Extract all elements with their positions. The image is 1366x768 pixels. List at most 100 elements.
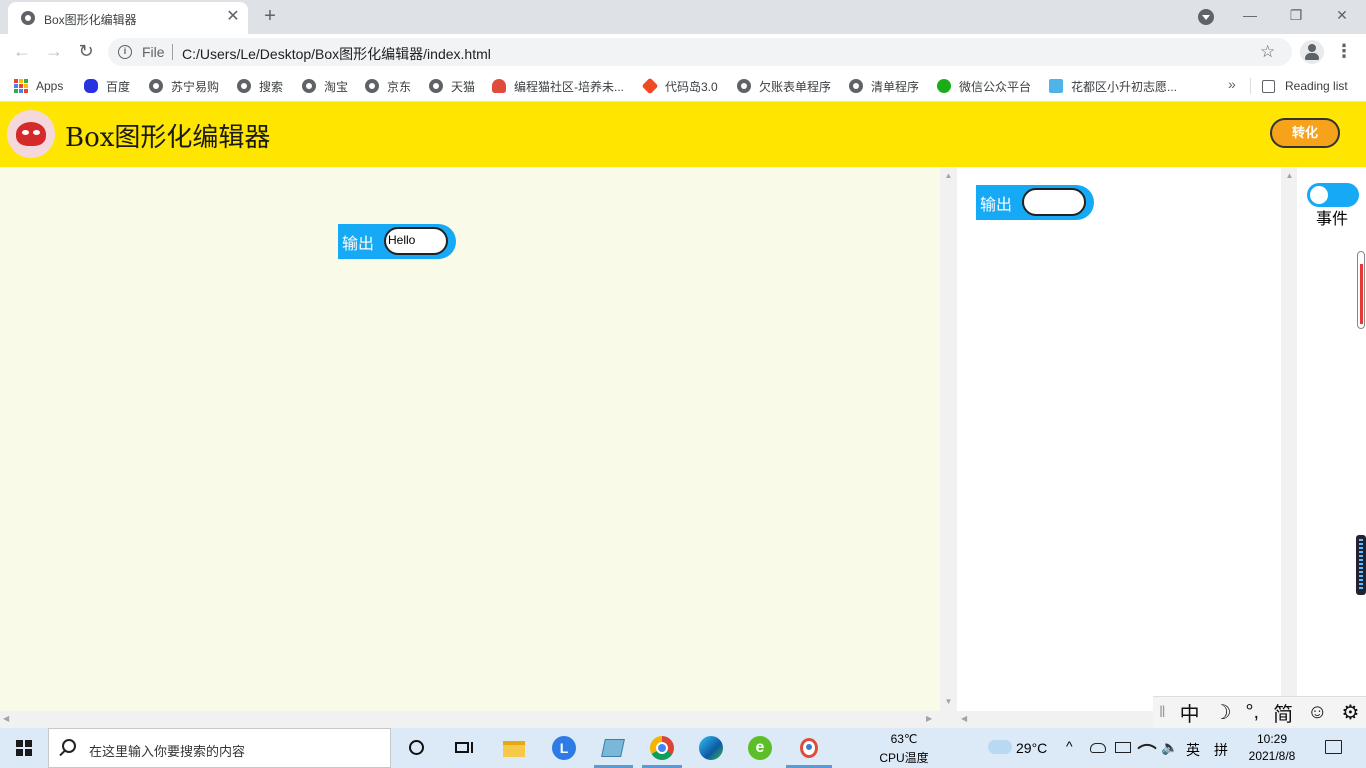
close-window-button[interactable]: ✕ bbox=[1324, 4, 1360, 28]
weather-cloud-icon[interactable] bbox=[988, 740, 1012, 754]
chrome-icon[interactable] bbox=[650, 736, 674, 760]
forward-button[interactable]: → bbox=[42, 40, 66, 64]
windows-taskbar: 在这里输入你要搜索的内容 L e 63℃ CPU温度 29°C ^ 🔈 英 拼 … bbox=[0, 728, 1366, 768]
wifi-icon[interactable] bbox=[1137, 738, 1157, 758]
bookmark-taobao[interactable]: 淘宝 bbox=[302, 77, 348, 95]
bookmark-jd[interactable]: 京东 bbox=[365, 77, 411, 95]
address-bar[interactable]: i File C:/Users/Le/Desktop/Box图形化编辑器/ind… bbox=[108, 38, 1292, 66]
bookmark-label: 百度 bbox=[106, 79, 131, 94]
output-block[interactable]: 输出 Hello bbox=[338, 224, 456, 259]
bookmark-label: 微信公众平台 bbox=[959, 79, 1032, 94]
taskbar-search-input[interactable]: 在这里输入你要搜索的内容 bbox=[48, 728, 391, 768]
bookmark-checklist[interactable]: 清单程序 bbox=[849, 77, 919, 95]
cortana-icon[interactable] bbox=[405, 736, 429, 760]
edge-icon[interactable] bbox=[699, 736, 723, 760]
output-value-input[interactable]: Hello bbox=[384, 227, 448, 255]
bookmark-label: 代码岛3.0 bbox=[665, 79, 718, 94]
ime-toolbar: ‖ 中 ☽ °, 简 ☺ ⚙ bbox=[1153, 696, 1366, 728]
moon-icon[interactable]: ☽ bbox=[1214, 700, 1232, 725]
restore-button[interactable]: ❐ bbox=[1278, 4, 1314, 28]
output-value-input[interactable] bbox=[1022, 188, 1086, 216]
bookmark-star-icon[interactable]: ☆ bbox=[1260, 42, 1275, 62]
new-tab-button[interactable]: + bbox=[258, 5, 282, 29]
bookmark-wechat[interactable]: 微信公众平台 bbox=[937, 77, 1031, 95]
globe-icon bbox=[429, 79, 443, 93]
reload-button[interactable]: ↻ bbox=[74, 40, 98, 64]
convert-button[interactable]: 转化 bbox=[1270, 118, 1340, 148]
ime-grip[interactable]: ‖ bbox=[1159, 704, 1166, 722]
scroll-left-icon[interactable]: ◀ bbox=[3, 714, 9, 724]
browser-toolbar: ← → ↻ i File C:/Users/Le/Desktop/Box图形化编… bbox=[0, 34, 1366, 70]
emoji-icon[interactable]: ☺ bbox=[1307, 701, 1327, 724]
scroll-right-icon[interactable]: ▶ bbox=[926, 714, 932, 724]
ime-mode-indicator[interactable]: 拼 bbox=[1214, 740, 1228, 760]
browser-tab[interactable]: Box图形化编辑器 ✕ bbox=[8, 2, 248, 34]
bookmark-codeisland[interactable]: 代码岛3.0 bbox=[641, 77, 718, 95]
globe-icon bbox=[365, 79, 379, 93]
notification-icon[interactable] bbox=[1325, 740, 1342, 754]
browser-tab-strip: Box图形化编辑器 ✕ + — ❐ ✕ bbox=[0, 0, 1366, 34]
scroll-down-icon[interactable]: ▼ bbox=[940, 697, 957, 707]
bookmark-search[interactable]: 搜索 bbox=[237, 77, 283, 95]
url-text[interactable]: C:/Users/Le/Desktop/Box图形化编辑器/index.html bbox=[182, 44, 491, 64]
tab-close-icon[interactable]: ✕ bbox=[224, 8, 242, 26]
profile-avatar[interactable] bbox=[1300, 40, 1324, 64]
palette-output-block[interactable]: 输出 bbox=[976, 185, 1094, 220]
palette-horizontal-scrollbar[interactable]: ◀ bbox=[957, 711, 1153, 728]
bookmark-codemao[interactable]: 编程猫社区-培养未... bbox=[492, 77, 624, 95]
scroll-up-icon[interactable]: ▲ bbox=[940, 171, 957, 181]
bookmark-debt-form[interactable]: 欠账表单程序 bbox=[737, 77, 831, 95]
page-title: Box图形化编辑器 bbox=[65, 123, 271, 153]
minimize-button[interactable]: — bbox=[1232, 4, 1268, 28]
scroll-left-icon[interactable]: ◀ bbox=[961, 714, 967, 724]
search-icon bbox=[62, 739, 76, 753]
bookmark-label: 淘宝 bbox=[324, 79, 349, 94]
task-view-icon[interactable] bbox=[452, 736, 476, 760]
editor-canvas[interactable]: 输出 Hello bbox=[0, 167, 940, 712]
event-toggle[interactable] bbox=[1307, 183, 1359, 207]
canvas-vertical-scrollbar[interactable]: ▲ ▼ bbox=[940, 167, 957, 712]
floating-handle[interactable] bbox=[1357, 251, 1365, 329]
info-icon[interactable]: i bbox=[118, 45, 132, 59]
cpu-temp-label: CPU温度 bbox=[879, 751, 929, 765]
onedrive-icon[interactable] bbox=[1090, 743, 1106, 753]
browser-menu-icon[interactable]: ⋮ bbox=[1334, 42, 1354, 62]
ime-chinese-mode[interactable]: 中 bbox=[1180, 698, 1200, 727]
start-button[interactable] bbox=[16, 740, 32, 756]
reading-list-icon bbox=[1262, 79, 1275, 93]
battery-icon[interactable] bbox=[1115, 742, 1131, 753]
bookmark-label: 天猫 bbox=[451, 79, 476, 94]
back-button[interactable]: ← bbox=[10, 40, 34, 64]
clock-time[interactable]: 10:29 bbox=[1244, 732, 1300, 746]
block-palette-panel: 输出 bbox=[957, 167, 1281, 712]
output-block-label: 输出 bbox=[980, 197, 1013, 214]
app-l-icon[interactable]: L bbox=[552, 736, 576, 760]
bookmark-huadu[interactable]: 花都区小升初志愿... bbox=[1049, 77, 1177, 95]
bookmark-suning[interactable]: 苏宁易购 bbox=[149, 77, 219, 95]
globe-icon bbox=[849, 79, 863, 93]
volume-icon[interactable]: 🔈 bbox=[1161, 739, 1178, 756]
paint-app-icon[interactable] bbox=[797, 736, 821, 760]
notebook-app-icon[interactable] bbox=[601, 736, 625, 760]
canvas-horizontal-scrollbar[interactable]: ◀ ▶ bbox=[0, 711, 957, 728]
gear-icon[interactable]: ⚙ bbox=[1342, 700, 1360, 725]
chevron-up-icon[interactable]: ^ bbox=[1066, 738, 1073, 754]
reading-list-label: Reading list bbox=[1285, 79, 1348, 93]
bookmark-baidu[interactable]: 百度 bbox=[84, 77, 130, 95]
codeisland-icon bbox=[641, 77, 659, 95]
scroll-up-icon[interactable]: ▲ bbox=[1281, 171, 1298, 181]
language-indicator[interactable]: 英 bbox=[1186, 740, 1200, 760]
clock-date[interactable]: 2021/8/8 bbox=[1244, 749, 1300, 763]
wechat-icon bbox=[937, 79, 951, 93]
reading-list-button[interactable]: Reading list bbox=[1262, 77, 1348, 95]
bookmark-tmall[interactable]: 天猫 bbox=[429, 77, 475, 95]
bookmarks-overflow-button[interactable]: » bbox=[1228, 76, 1236, 92]
weather-temp[interactable]: 29°C bbox=[1016, 740, 1047, 756]
punctuation-mode[interactable]: °, bbox=[1246, 701, 1260, 724]
ie-icon[interactable]: e bbox=[748, 736, 772, 760]
file-explorer-icon[interactable] bbox=[502, 736, 526, 760]
tab-search-icon[interactable] bbox=[1198, 9, 1214, 25]
bookmark-apps[interactable]: Apps bbox=[14, 77, 63, 95]
ime-simplified-mode[interactable]: 简 bbox=[1273, 698, 1293, 727]
palette-vertical-scrollbar[interactable]: ▲ bbox=[1281, 167, 1298, 712]
